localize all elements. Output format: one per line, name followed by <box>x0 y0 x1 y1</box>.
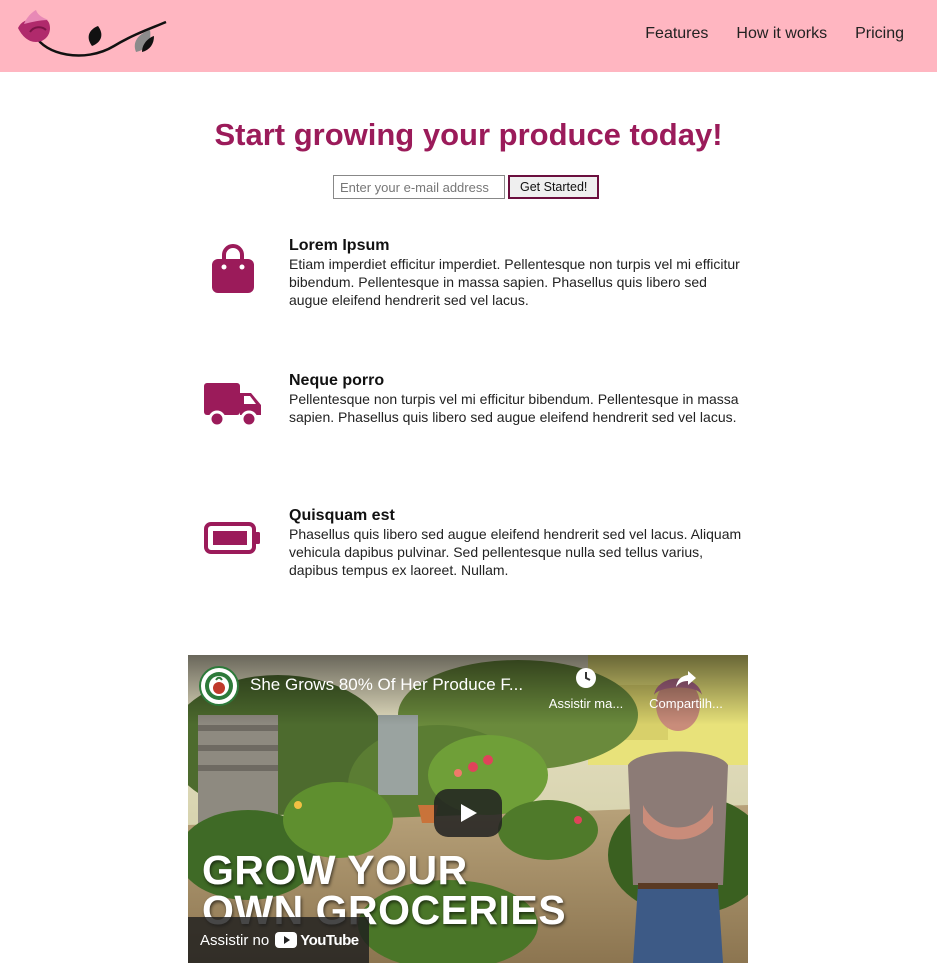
get-started-button[interactable]: Get Started! <box>508 175 600 199</box>
feature-description: Etiam imperdiet efficitur imperdiet. Pel… <box>289 256 740 308</box>
share-button[interactable]: Compartilh... <box>644 666 728 711</box>
feature-title: Lorem Ipsum <box>289 237 390 254</box>
watch-later-button[interactable]: Assistir ma... <box>544 666 628 711</box>
battery-icon <box>200 506 266 572</box>
hero-title: Start growing your produce today! <box>214 117 723 152</box>
main-nav: Features How it works Pricing <box>645 25 904 43</box>
play-button[interactable] <box>434 789 502 837</box>
feature-item: Neque porro Pellentesque non turpis vel … <box>200 371 760 451</box>
youtube-logo: YouTube <box>275 931 359 949</box>
thumbnail-overlay-text-1: GROW YOUR <box>202 847 468 893</box>
email-input[interactable] <box>333 175 505 199</box>
feature-title: Quisquam est <box>289 507 395 524</box>
rose-vine-logo[interactable] <box>14 6 170 62</box>
video-title[interactable]: She Grows 80% Of Her Produce F... <box>250 675 523 695</box>
feature-item: Lorem Ipsum Etiam imperdiet efficitur im… <box>200 236 760 316</box>
watch-on-label: Assistir no <box>200 931 270 949</box>
feature-description: Phasellus quis libero sed augue eleifend… <box>289 526 742 578</box>
truck-icon <box>200 371 266 437</box>
feature-description: Pellentesque non turpis vel mi efficitur… <box>289 391 739 425</box>
share-label: Compartilh... <box>649 696 723 711</box>
nav-link-pricing[interactable]: Pricing <box>855 25 904 43</box>
youtube-video-embed[interactable]: She Grows 80% Of Her Produce F... Assist… <box>188 655 748 963</box>
watch-later-label: Assistir ma... <box>548 696 624 711</box>
signup-form: Get Started! <box>333 175 600 199</box>
feature-item: Quisquam est Phasellus quis libero sed a… <box>200 506 760 586</box>
feature-title: Neque porro <box>289 372 385 389</box>
youtube-wordmark: YouTube <box>300 931 359 949</box>
nav-link-how-it-works[interactable]: How it works <box>736 25 827 43</box>
channel-avatar[interactable] <box>199 666 239 706</box>
share-icon <box>676 671 696 687</box>
shopping-bag-icon <box>200 236 266 302</box>
play-icon <box>461 804 477 822</box>
watch-on-youtube-button[interactable]: Assistir no YouTube <box>188 917 369 963</box>
clock-icon <box>576 668 596 688</box>
nav-link-features[interactable]: Features <box>645 25 708 43</box>
youtube-play-icon <box>275 932 298 948</box>
site-header: Features How it works Pricing <box>0 0 937 72</box>
